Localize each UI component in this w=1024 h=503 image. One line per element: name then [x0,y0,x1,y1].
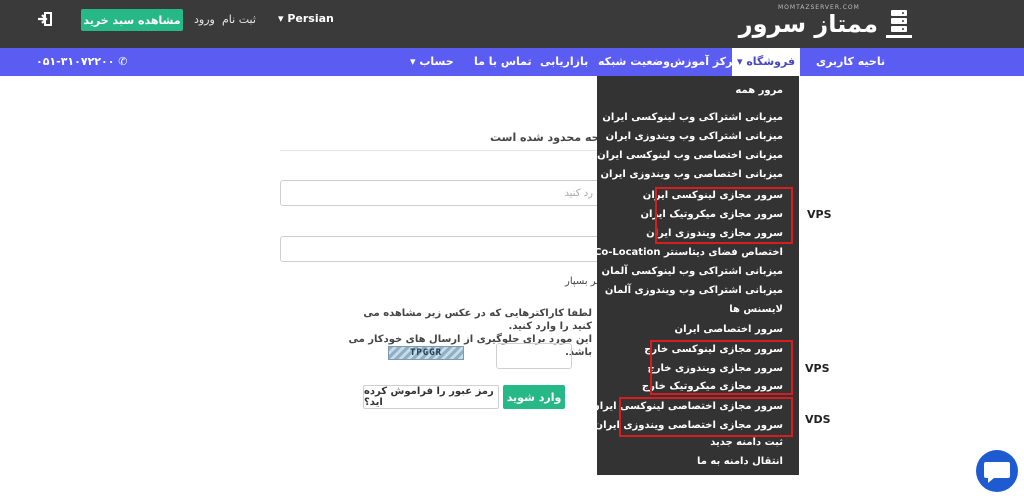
menu-item[interactable]: میزبانی اشتراکی وب لینوکسی آلمان [602,266,783,277]
captcha-image: TPGGR [388,346,464,360]
phone-number-text: ۰۵۱-۳۱۰۷۲۲۰۰ [36,55,115,68]
view-cart-button[interactable]: مشاهده سبد خرید [81,9,183,31]
menu-item[interactable]: میزبانی اشتراکی وب لینوکسی ایران [602,112,783,123]
signout-icon[interactable] [37,11,53,27]
email-field-wrapper [280,180,602,206]
nav-account-label: حساب [419,55,454,68]
site-logo[interactable]: ممتاز سرور MOMTAZSERVER.COM [738,3,914,45]
login-link[interactable]: ورود [194,13,215,26]
menu-item[interactable]: ثبت دامنه جدید [710,437,783,448]
caret-down-icon: ▾ [278,12,288,25]
email-field[interactable] [281,181,601,205]
language-selector[interactable]: ▾ Persian [278,12,334,25]
menu-item-browse-all[interactable]: مرور همه [735,85,783,96]
chat-icon [984,462,1010,483]
menu-item[interactable]: میزبانی اشتراکی وب ویندوزی آلمان [605,285,783,296]
phone-number[interactable]: ۰۵۱-۳۱۰۷۲۲۰۰ ✆ [36,48,127,76]
password-field-wrapper [280,236,602,262]
menu-item[interactable]: سرور اختصاصی ایران [675,324,783,335]
nav-account[interactable]: ▾ حساب [410,48,454,76]
nav-store[interactable]: ▾ فروشگاه [732,48,800,76]
login-button[interactable]: وارد شوید [503,385,565,409]
captcha-input[interactable] [496,343,572,369]
annotation-vps: VPS [805,362,830,375]
chat-button[interactable] [976,450,1018,492]
divider [280,150,600,151]
highlight-box-vps-iran [655,187,793,244]
phone-icon: ✆ [118,55,128,68]
password-field[interactable] [281,237,601,261]
signup-link[interactable]: ثبت نام [222,13,256,26]
menu-item[interactable]: میزبانی اشتراکی وب ویندوزی ایران [606,131,783,142]
logo-text: ممتاز سرور [738,10,879,38]
nav-learning-center[interactable]: مرکز آموزش [670,48,740,76]
language-label: Persian [287,12,334,25]
menu-item[interactable]: لایسنس ها [729,304,783,315]
menu-item[interactable]: میزبانی اختصاصی وب لینوکسی ایران [597,150,783,161]
menu-item[interactable]: میزبانی اختصاصی وب ویندوزی ایران [600,169,783,180]
nav-store-label: فروشگاه [746,55,796,68]
annotation-vps: VPS [807,208,832,221]
forgot-password-button[interactable]: رمز عبور را فراموش کرده اید؟ [363,385,499,409]
logo-subtitle: MOMTAZSERVER.COM [778,4,860,11]
annotation-vds: VDS [805,413,831,426]
main-nav: ناحیه کاربری ▾ فروشگاه مرکز آموزش وضعیت … [0,48,1024,76]
nav-network-status[interactable]: وضعیت شبکه [598,48,670,76]
highlight-box-vds-iran [619,397,793,437]
captcha-line-1: لطفا کاراکترهایی که در عکس زیر مشاهده می… [363,308,592,332]
caret-down-icon: ▾ [410,55,420,68]
highlight-box-vps-foreign [650,340,793,395]
nav-contact-us[interactable]: تماس با ما [474,48,532,76]
menu-item[interactable]: انتقال دامنه به ما [697,456,783,467]
menu-item[interactable]: اختصاص فضای دیتاسنتر Co-Location [594,247,783,258]
nav-marketing[interactable]: بازاریابی [540,48,588,76]
top-bar: ممتاز سرور MOMTAZSERVER.COM ▾ Persian ثب… [0,0,1024,48]
logo-server-icon [886,10,912,38]
nav-user-area[interactable]: ناحیه کاربری [810,48,891,76]
